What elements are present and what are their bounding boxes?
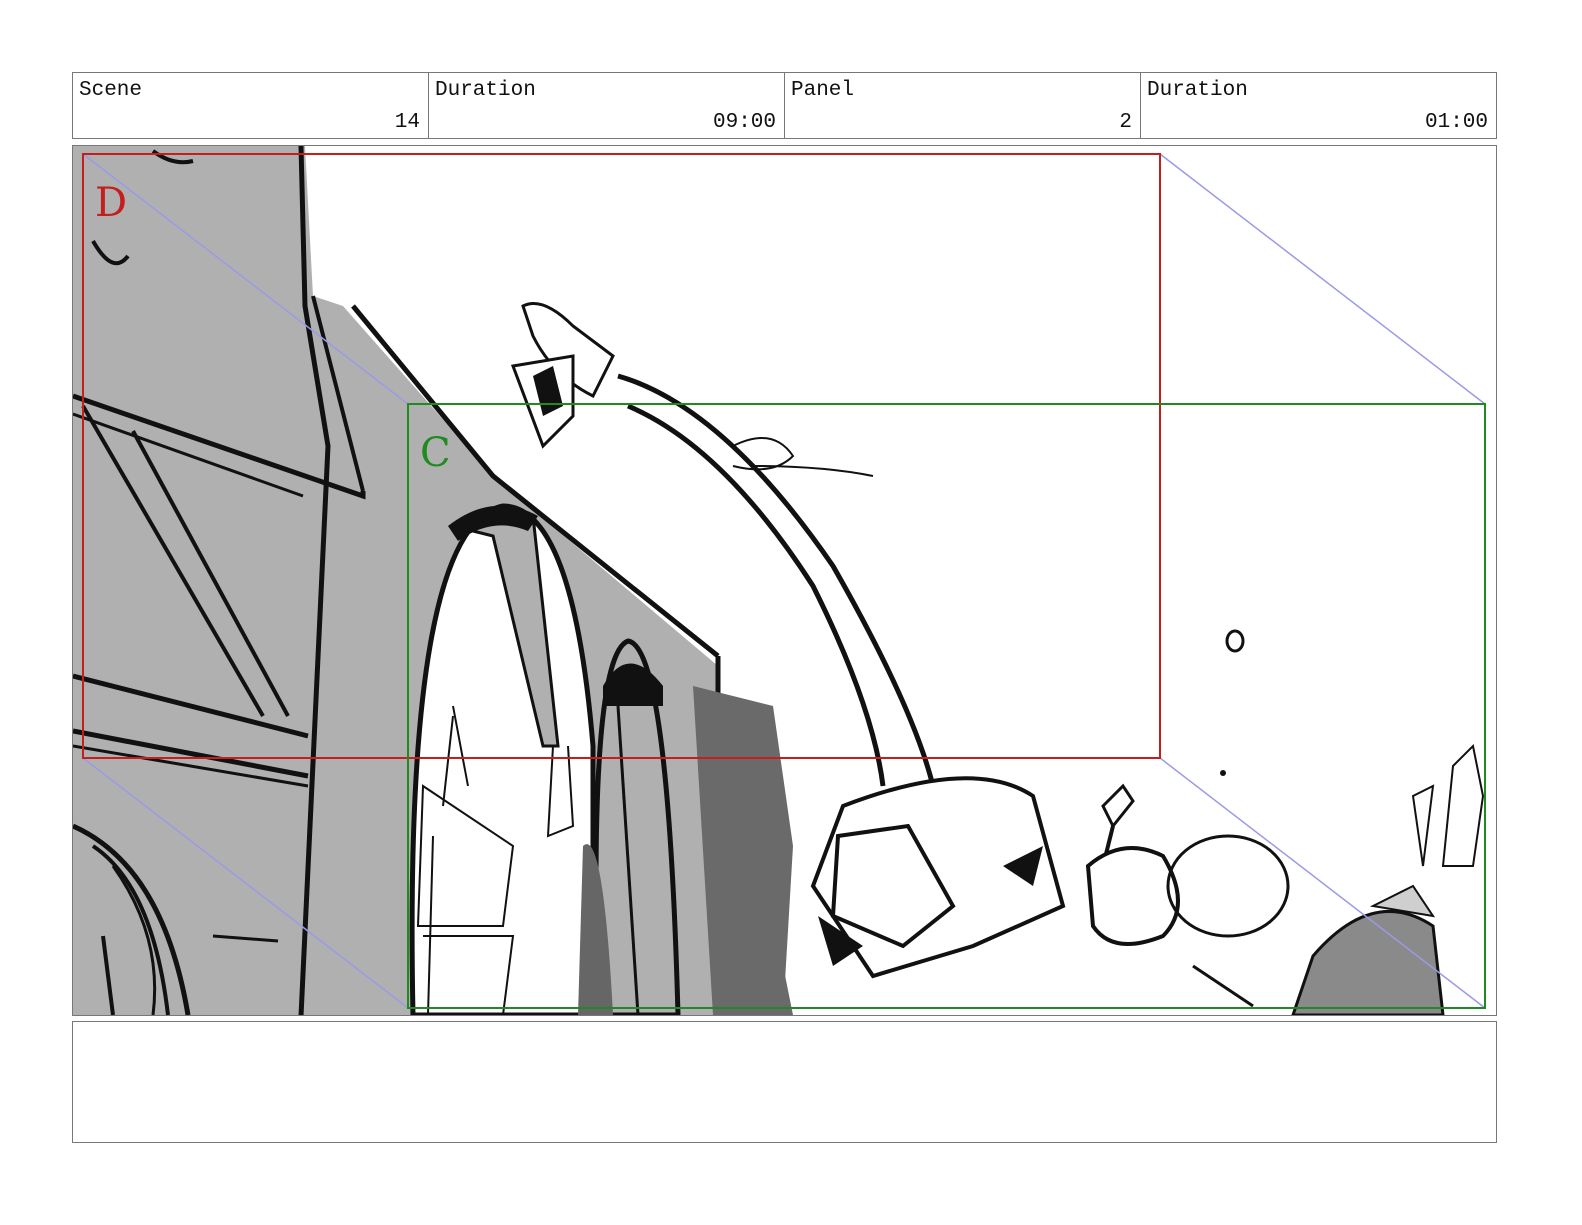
scene-value: 14	[394, 111, 420, 134]
panel-value: 2	[1119, 111, 1132, 134]
scene-duration-cell: Duration 09:00	[429, 73, 785, 138]
storyboard-drawing: D C	[73, 146, 1486, 1015]
scene-cell: Scene 14	[73, 73, 429, 138]
panel-notes[interactable]	[72, 1021, 1497, 1143]
camera-frame-d-label: D	[95, 180, 127, 226]
panel-duration-cell: Duration 01:00	[1141, 73, 1496, 138]
panel-duration-value: 01:00	[1424, 111, 1488, 134]
scene-duration-label: Duration	[435, 79, 536, 102]
storyboard-frame: D C	[72, 145, 1497, 1016]
panel-header: Scene 14 Duration 09:00 Panel 2 Duration…	[72, 72, 1497, 139]
camera-frame-c-label: C	[420, 430, 451, 476]
scene-label: Scene	[79, 79, 143, 102]
panel-duration-label: Duration	[1147, 79, 1248, 102]
panel-label: Panel	[791, 79, 855, 102]
scene-duration-value: 09:00	[712, 111, 776, 134]
panel-cell: Panel 2	[785, 73, 1141, 138]
